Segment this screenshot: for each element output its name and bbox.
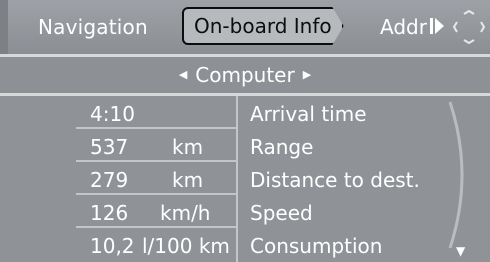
value-speed: 126 — [90, 201, 129, 225]
value-consumption: 10,2 — [90, 234, 135, 258]
arrow-left-icon[interactable]: ◀ — [179, 68, 187, 81]
arrow-down-icon[interactable]: ▼ — [456, 244, 465, 258]
play-pause-icon[interactable] — [430, 16, 444, 36]
label-distance[interactable]: Distance to dest. — [250, 168, 420, 192]
page-title: Computer — [195, 63, 295, 87]
value-range: 537 — [90, 135, 129, 159]
left-edge-strip — [0, 0, 8, 54]
scroll-arc[interactable] — [430, 100, 470, 250]
table-row: 126 km/h — [76, 195, 236, 228]
computer-header[interactable]: ◀ Computer ▶ — [0, 57, 490, 93]
computer-data-table: 4:10 Arrival time 537 km Range 279 km Di… — [0, 96, 490, 262]
joystick-icon — [452, 10, 486, 44]
column-separator — [236, 96, 238, 262]
unit-distance: km — [172, 168, 204, 192]
table-row: 537 km — [76, 129, 236, 162]
label-consumption[interactable]: Consumption — [250, 234, 382, 258]
unit-speed: km/h — [160, 201, 211, 225]
arrow-right-icon[interactable]: ▶ — [303, 68, 311, 81]
unit-consumption: l/100 km — [142, 234, 230, 258]
value-arrival-time: 4:10 — [90, 102, 135, 126]
unit-range: km — [172, 135, 204, 159]
tab-onboard-info[interactable]: On-board Info — [182, 7, 344, 45]
label-speed[interactable]: Speed — [250, 201, 313, 225]
value-distance: 279 — [90, 168, 129, 192]
tab-navigation[interactable]: Navigation — [38, 15, 148, 39]
label-range[interactable]: Range — [250, 135, 313, 159]
top-tab-bar: Navigation On-board Info Addr — [0, 0, 490, 54]
tab-address[interactable]: Addr — [380, 15, 428, 39]
table-row: 4:10 — [76, 96, 236, 129]
table-row: 10,2 l/100 km — [76, 228, 236, 259]
table-row: 279 km — [76, 162, 236, 195]
label-arrival-time[interactable]: Arrival time — [250, 102, 367, 126]
